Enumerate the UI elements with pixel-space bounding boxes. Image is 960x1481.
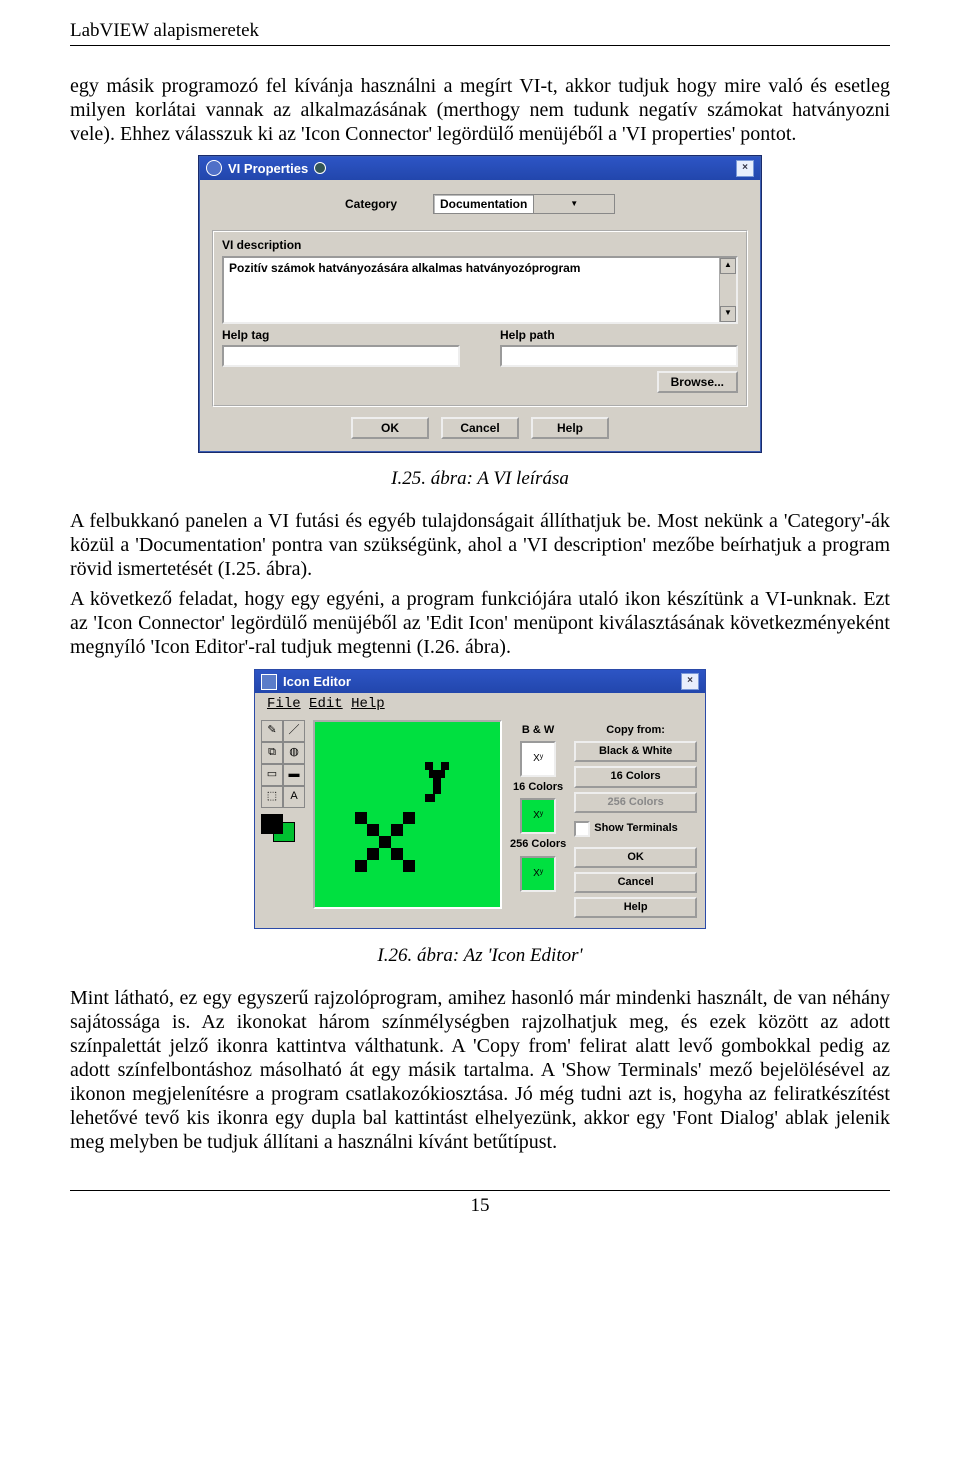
figure-caption-1: I.25. ábra: A VI leírása: [70, 468, 890, 491]
show-terminals-checkbox[interactable]: Show Terminals: [574, 821, 697, 837]
copy-16-button[interactable]: 16 Colors: [574, 766, 697, 787]
preview-bw[interactable]: Xʸ: [520, 741, 556, 777]
ie-cancel-button[interactable]: Cancel: [574, 872, 697, 893]
dropper-tool[interactable]: ⧉: [261, 742, 283, 764]
copy-from-label: Copy from:: [574, 724, 697, 737]
preview-256[interactable]: Xʸ: [520, 856, 556, 892]
pencil-tool[interactable]: ✎: [261, 720, 283, 742]
gear-icon: [206, 160, 222, 176]
paragraph-1: egy másik programozó fel kívánja használ…: [70, 74, 890, 146]
select-tool[interactable]: ⬚: [261, 786, 283, 808]
vi-desc-label: VI description: [222, 238, 738, 252]
menu-file[interactable]: File: [267, 696, 301, 713]
vi-title: VI Properties: [228, 161, 308, 177]
rect-tool[interactable]: ▭: [261, 764, 283, 786]
checkbox-icon[interactable]: [574, 821, 590, 837]
help-tag-label: Help tag: [222, 328, 460, 342]
text-tool[interactable]: A: [283, 786, 305, 808]
page-header: LabVIEW alapismeretek: [70, 20, 890, 46]
c16-label: 16 Colors: [513, 781, 563, 794]
browse-button[interactable]: Browse...: [657, 371, 738, 393]
fg-color[interactable]: [261, 814, 283, 834]
help-button[interactable]: Help: [531, 417, 609, 439]
fillrect-tool[interactable]: ▬: [283, 764, 305, 786]
tool-palette: ✎／ ⧉◍ ▭▬ ⬚A: [261, 720, 305, 918]
c256-label: 256 Colors: [510, 838, 566, 851]
show-terminals-label: Show Terminals: [594, 822, 678, 835]
category-value: Documentation: [434, 197, 533, 211]
line-tool[interactable]: ／: [283, 720, 305, 742]
vi-properties-dialog: VI Properties × Category Documentation ▼…: [199, 156, 761, 453]
menu-help[interactable]: Help: [351, 696, 385, 713]
ok-button[interactable]: OK: [351, 417, 429, 439]
ie-close-icon[interactable]: ×: [681, 673, 699, 690]
vi-desc-text: Pozitív számok hatványozására alkalmas h…: [229, 261, 580, 275]
paragraph-4: Mint látható, ez egy egyszerű rajzolópro…: [70, 986, 890, 1154]
help-path-label: Help path: [500, 328, 738, 342]
color-swatch[interactable]: [261, 814, 295, 842]
cancel-button[interactable]: Cancel: [441, 417, 519, 439]
chevron-down-icon[interactable]: ▼: [533, 195, 614, 213]
copy-bw-button[interactable]: Black & White: [574, 741, 697, 762]
ie-menubar[interactable]: File Edit Help: [261, 693, 697, 716]
help-tag-input[interactable]: [222, 345, 460, 367]
figure-caption-2: I.26. ábra: Az 'Icon Editor': [70, 945, 890, 968]
vi-desc-textarea[interactable]: Pozitív számok hatványozására alkalmas h…: [222, 256, 738, 324]
close-icon[interactable]: ×: [736, 160, 754, 177]
ie-title: Icon Editor: [283, 674, 351, 690]
copy-256-button[interactable]: 256 Colors: [574, 792, 697, 813]
ie-ok-button[interactable]: OK: [574, 847, 697, 868]
app-icon: [261, 674, 277, 690]
fill-tool[interactable]: ◍: [283, 742, 305, 764]
icon-editor-dialog: Icon Editor × File Edit Help ✎／ ⧉◍ ▭▬ ⬚A: [254, 669, 706, 929]
ie-titlebar[interactable]: Icon Editor ×: [255, 670, 705, 693]
preview-16[interactable]: Xʸ: [520, 798, 556, 834]
menu-edit[interactable]: Edit: [309, 696, 343, 713]
category-label: Category: [345, 197, 397, 211]
paragraph-2: A felbukkanó panelen a VI futási és egyé…: [70, 509, 890, 581]
scroll-down-icon[interactable]: ▼: [720, 306, 736, 322]
bw-label: B & W: [522, 724, 554, 737]
scrollbar[interactable]: ▲▼: [719, 258, 736, 322]
category-combo[interactable]: Documentation ▼: [433, 194, 615, 214]
scroll-up-icon[interactable]: ▲: [720, 258, 736, 274]
icon-canvas[interactable]: [313, 720, 502, 909]
help-path-input[interactable]: [500, 345, 738, 367]
vi-titlebar[interactable]: VI Properties ×: [200, 157, 760, 180]
ie-help-button[interactable]: Help: [574, 897, 697, 918]
page-number: 15: [70, 1190, 890, 1218]
paragraph-3: A következő feladat, hogy egy egyéni, a …: [70, 587, 890, 659]
gear2-icon: [314, 162, 326, 174]
